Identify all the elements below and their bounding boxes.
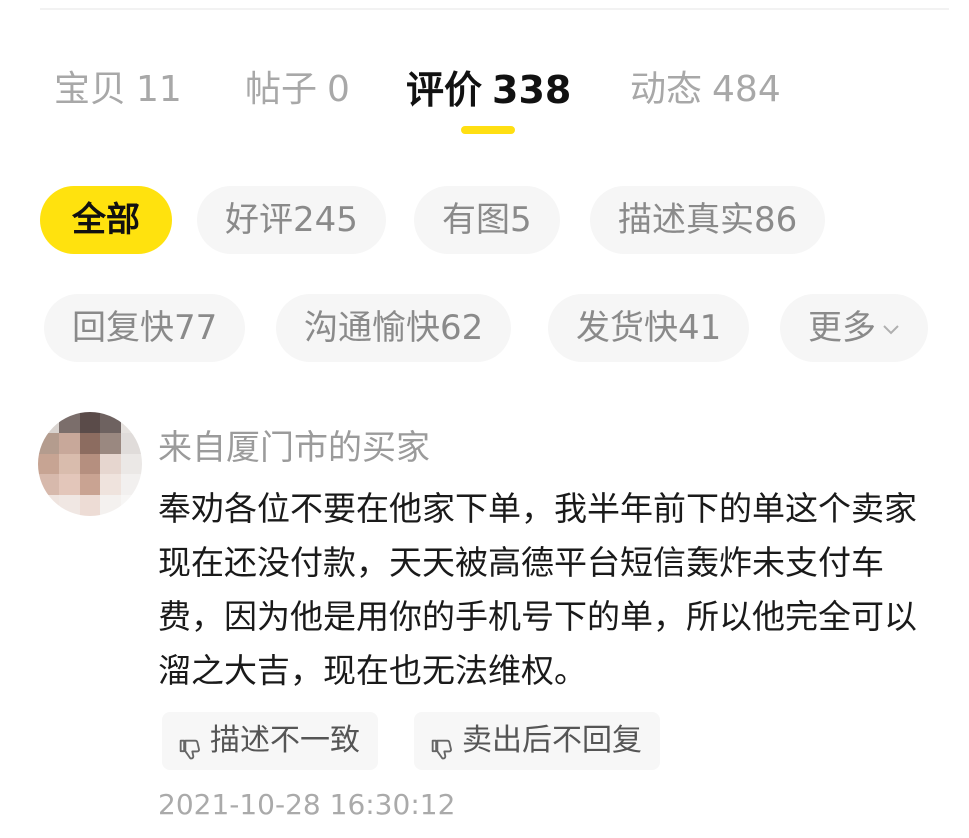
tab-label: 帖子 bbox=[245, 69, 318, 110]
filter-chip-positive[interactable]: 好评245 bbox=[197, 186, 386, 254]
tab-label: 动态 bbox=[630, 69, 703, 110]
tag-label: 描述不一致 bbox=[210, 723, 360, 758]
chevron-down-icon bbox=[882, 296, 900, 364]
more-label: 更多 bbox=[808, 308, 876, 348]
profile-tabs: 宝贝 11 帖子 0 评价 338 动态 484 bbox=[0, 66, 969, 146]
review-text: 奉劝各位不要在他家下单，我半年前下的单这个卖家现在还没付款，天天被高德平台短信轰… bbox=[158, 489, 917, 690]
filter-chip-more[interactable]: 更多 bbox=[780, 294, 928, 362]
filter-chip-fast-shipping[interactable]: 发货快41 bbox=[548, 294, 750, 362]
review-timestamp: 2021-10-28 16:30:12 bbox=[158, 788, 456, 821]
filter-row-1: 全部 好评245 有图5 描述真实86 bbox=[0, 186, 969, 254]
tab-items[interactable]: 宝贝 11 bbox=[54, 66, 182, 114]
filter-chip-fast-reply[interactable]: 回复快77 bbox=[44, 294, 246, 362]
tab-count: 11 bbox=[136, 69, 182, 110]
filter-row-2: 回复快77 沟通愉快62 发货快41 更多 bbox=[0, 294, 969, 362]
active-tab-indicator bbox=[461, 126, 515, 134]
tab-label: 宝贝 bbox=[54, 69, 127, 110]
tab-activity[interactable]: 动态 484 bbox=[630, 66, 781, 114]
avatar[interactable] bbox=[38, 412, 142, 516]
tab-count: 0 bbox=[327, 69, 350, 110]
tab-posts[interactable]: 帖子 0 bbox=[245, 66, 350, 114]
filter-chip-accurate-description[interactable]: 描述真实86 bbox=[590, 186, 826, 254]
tab-reviews[interactable]: 评价 338 bbox=[406, 66, 571, 114]
thumbs-down-icon bbox=[176, 726, 204, 759]
tab-label: 评价 bbox=[406, 68, 483, 112]
top-divider bbox=[40, 8, 949, 10]
tab-count: 484 bbox=[712, 69, 781, 110]
filter-chip-pleasant-communication[interactable]: 沟通愉快62 bbox=[276, 294, 512, 362]
reviewer-name: 来自厦门市的买家 bbox=[158, 428, 430, 468]
filter-chip-with-photos[interactable]: 有图5 bbox=[414, 186, 560, 254]
tab-count: 338 bbox=[492, 68, 572, 112]
tag-label: 卖出后不回复 bbox=[462, 723, 642, 758]
review-tag: 描述不一致 bbox=[162, 712, 378, 770]
seller-profile-reviews: 宝贝 11 帖子 0 评价 338 动态 484 全部 好评245 有图5 描述真实86… bbox=[0, 0, 969, 838]
review-tag: 卖出后不回复 bbox=[414, 712, 660, 770]
thumbs-down-icon bbox=[428, 726, 456, 759]
filter-chip-all[interactable]: 全部 bbox=[40, 186, 172, 254]
